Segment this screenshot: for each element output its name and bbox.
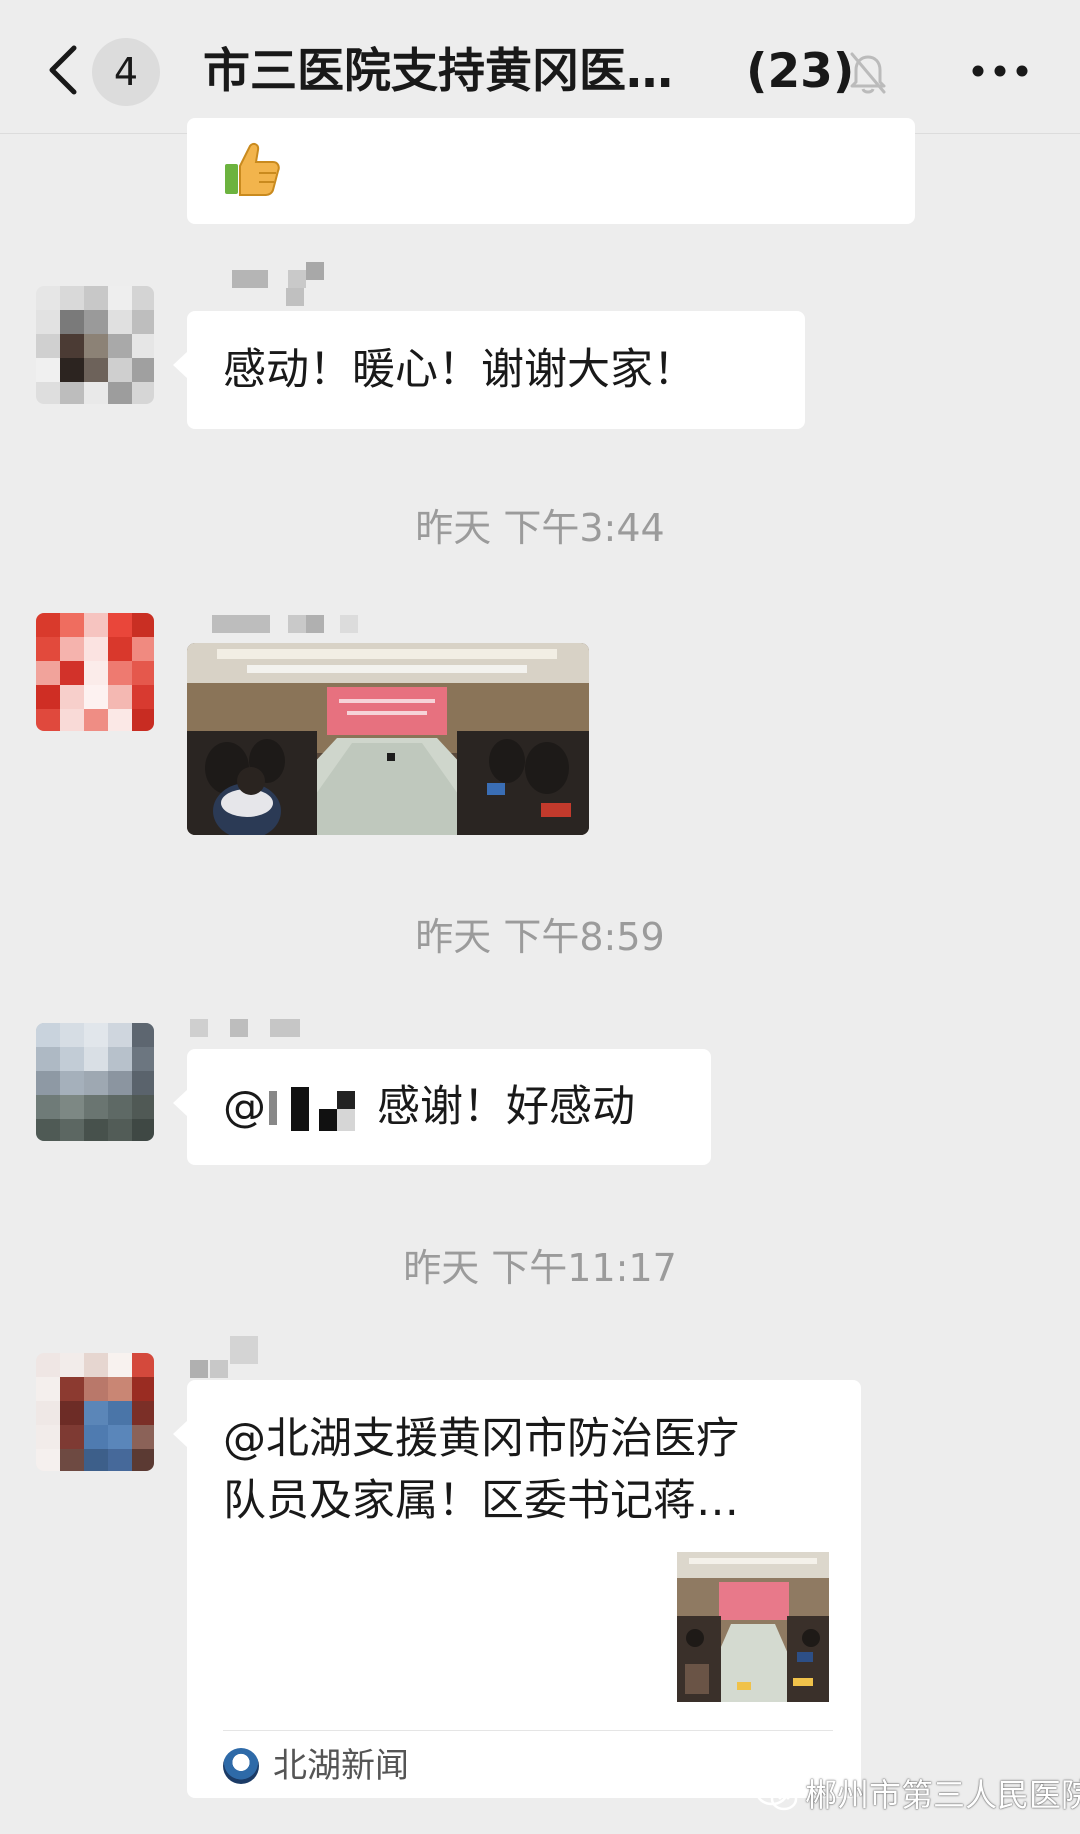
avatar[interactable] — [36, 286, 154, 404]
source-logo-icon — [223, 1748, 259, 1784]
timestamp: 昨天 下午3:44 — [415, 506, 665, 550]
link-title-line: 队员及家属！区委书记蒋… — [223, 1476, 739, 1526]
emoji-message-bubble[interactable] — [187, 118, 915, 224]
chat-header: 4 市三医院支持黄冈医… (23) — [0, 0, 1080, 134]
chat-title: 市三医院支持黄冈医… — [203, 44, 673, 99]
back-button[interactable] — [40, 40, 84, 100]
conference-room-photo[interactable] — [187, 643, 589, 835]
member-count: (23) — [746, 44, 855, 99]
divider — [223, 1730, 833, 1731]
ellipsis-icon — [972, 65, 1028, 77]
link-title: @北湖支援黄冈市防治医疗 队员及家属！区委书记蒋… — [223, 1408, 833, 1532]
chevron-left-icon — [49, 45, 77, 95]
bell-muted-icon — [848, 48, 888, 96]
timestamp: 昨天 下午8:59 — [415, 915, 665, 959]
sender-name — [232, 262, 332, 288]
timestamp: 昨天 下午11:17 — [403, 1246, 677, 1290]
message-text: 感动！暖心！谢谢大家！ — [223, 345, 696, 395]
mention-at: @ — [223, 1082, 266, 1132]
watermark: 郴州市第三人民医院 — [755, 1770, 1080, 1820]
more-options-button[interactable] — [970, 56, 1030, 86]
text-message-bubble[interactable]: 感动！暖心！谢谢大家！ — [173, 311, 805, 429]
link-title-line: @北湖支援黄冈市防治医疗 — [223, 1414, 739, 1464]
link-thumbnail — [677, 1552, 829, 1702]
sender-name — [190, 1019, 310, 1037]
avatar[interactable] — [36, 1023, 154, 1141]
avatar[interactable] — [36, 613, 154, 731]
message-text: 感谢！好感动 — [377, 1082, 635, 1132]
link-card-message[interactable]: @北湖支援黄冈市防治医疗 队员及家属！区委书记蒋… 北湖新闻 — [173, 1380, 861, 1798]
avatar[interactable] — [36, 1353, 154, 1471]
unread-count-badge[interactable]: 4 — [92, 38, 160, 106]
thumbs-up-icon — [223, 140, 281, 198]
link-source-name: 北湖新闻 — [273, 1746, 409, 1786]
redacted-mention-name — [267, 1087, 363, 1131]
sender-name — [190, 1336, 270, 1378]
wechat-icon — [755, 1778, 799, 1812]
watermark-text: 郴州市第三人民医院 — [805, 1776, 1080, 1814]
sender-name — [212, 615, 372, 633]
text-message-bubble[interactable]: @ 感谢！好感动 — [173, 1049, 711, 1165]
